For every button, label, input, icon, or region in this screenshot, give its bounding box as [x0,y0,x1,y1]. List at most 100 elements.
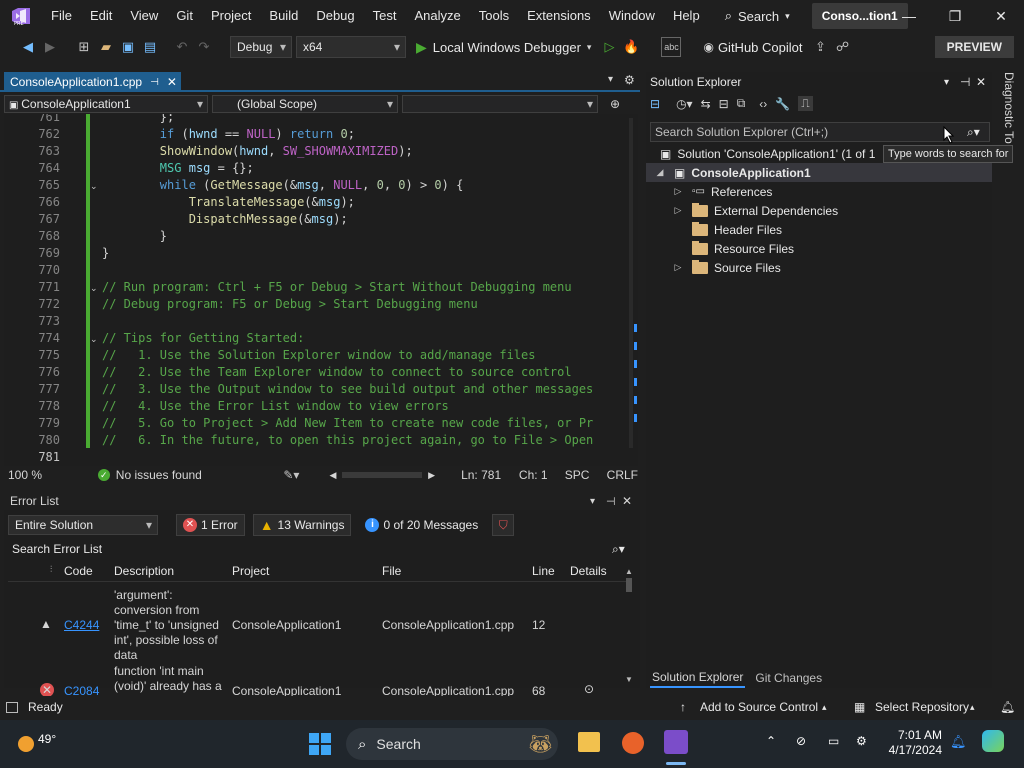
code-line[interactable]: MSG msg = {}; [102,161,254,175]
split-icon[interactable]: ⊕ [610,97,620,111]
copilot-taskbar-icon[interactable] [982,730,1004,752]
member-nav-select[interactable] [402,95,598,113]
editor-horizontal-scrollbar[interactable] [342,472,423,478]
save-icon[interactable]: ▣ [118,37,138,57]
code-line[interactable]: } [102,246,109,260]
configuration-select[interactable]: Debug [230,36,292,58]
tree-node-source-files[interactable]: ▷ Source Files [672,258,781,277]
menu-tools[interactable]: Tools [470,0,518,32]
show-hidden-icons-icon[interactable]: ⌃ [766,734,776,748]
warnings-filter-button[interactable]: ▲ 13 Warnings [252,514,352,536]
issues-status[interactable]: No issues found [116,468,266,482]
start-debugger-button[interactable]: ▶ Local Windows Debugger ▾ [416,39,591,56]
error-list-scrollbar[interactable]: ▲ ▼ [622,564,636,684]
menu-project[interactable]: Project [202,0,260,32]
fold-chevron-icon[interactable]: ⌄ [90,283,100,294]
menu-build[interactable]: Build [260,0,307,32]
preview-selected-icon[interactable]: ⎍ [798,96,813,111]
collapsed-chevron-icon[interactable]: ▷ [672,205,684,216]
display-icon[interactable]: ▭ [828,734,839,748]
column-file[interactable]: File [382,564,401,578]
menu-test[interactable]: Test [364,0,406,32]
settings-gear-icon[interactable]: ⚙ [624,73,635,87]
menu-extensions[interactable]: Extensions [518,0,600,32]
code-line[interactable]: // 3. Use the Output window to see build… [102,382,593,396]
menu-analyze[interactable]: Analyze [405,0,469,32]
code-line[interactable]: TranslateMessage(&msg); [102,195,355,209]
github-copilot-button[interactable]: ◉ GitHub Copilot [703,40,802,55]
code-line[interactable]: } [102,229,167,243]
messages-filter-button[interactable]: i 0 of 20 Messages [359,514,484,536]
view-code-icon[interactable]: ‹› [759,97,767,111]
code-line[interactable]: }; [102,114,174,124]
menu-edit[interactable]: Edit [81,0,121,32]
solution-node[interactable]: ▣ Solution 'ConsoleApplication1' (1 of 1 [660,144,875,163]
menu-git[interactable]: Git [167,0,202,32]
close-panel-icon[interactable]: ✕ [976,75,986,89]
scope-nav-select[interactable]: (Global Scope) [212,95,398,113]
collapsed-chevron-icon[interactable]: ▷ [672,262,684,273]
platform-select[interactable]: x64 [296,36,406,58]
scope-filter-select[interactable]: Entire Solution [8,515,158,535]
line-indicator[interactable]: Ln: 781 [461,468,519,482]
preview-badge[interactable]: PREVIEW [934,36,1014,58]
code-line[interactable]: // 5. Go to Project > Add New Item to cr… [102,416,593,430]
details-icon[interactable]: ⊙ [584,682,594,696]
error-code-link[interactable]: C4244 [64,618,99,632]
project-nav-select[interactable]: ▣ ConsoleApplication1 [4,95,208,113]
windows-start-icon[interactable] [308,732,332,756]
tab-overflow-icon[interactable]: ▾ [608,74,613,85]
code-line[interactable]: // 1. Use the Solution Explorer window t… [102,348,535,362]
pin-icon[interactable]: ⊣ [606,495,616,508]
new-project-icon[interactable]: ⊞ [74,37,94,57]
forward-icon[interactable]: ▶ [40,37,60,57]
minimize-button[interactable]: — [886,0,932,32]
visual-studio-taskbar-icon[interactable] [664,730,688,754]
tree-node-references[interactable]: ▷ ▫▭ References [672,182,773,201]
code-line[interactable]: // Run program: Ctrl + F5 or Debug > Sta… [102,280,572,294]
column-code[interactable]: Code [64,564,93,578]
tab-consoleapplication1-cpp[interactable]: ConsoleApplication1.cpp ⊣ ✕ [4,72,181,92]
error-list-search-input[interactable]: Search Error List ⌕▾ [8,540,634,558]
column-description[interactable]: Description [114,564,174,578]
hscroll-right-icon[interactable]: ▶ [428,470,435,481]
menu-debug[interactable]: Debug [307,0,363,32]
menu-view[interactable]: View [121,0,167,32]
pin-icon[interactable]: ⊣ [150,77,159,88]
network-icon[interactable]: ⊘ [796,734,806,748]
code-line[interactable]: // 6. In the future, to open this projec… [102,433,593,447]
pending-changes-icon[interactable]: ◷▾ [676,97,693,111]
back-icon[interactable]: ◀ [18,37,38,57]
code-line[interactable]: ShowWindow(hwnd, SW_SHOWMAXIMIZED); [102,144,413,158]
editor-vertical-scrollbar[interactable] [624,118,638,448]
column-details[interactable]: Details [570,564,607,578]
expanded-chevron-icon[interactable]: ◢ [654,167,666,178]
restore-button[interactable]: ❐ [932,0,978,32]
menu-window[interactable]: Window [600,0,664,32]
weather-widget[interactable]: 49° [18,726,56,752]
whitespace-indicator[interactable]: SPC [565,468,607,482]
tree-node-resource-files[interactable]: Resource Files [672,239,794,258]
code-editor[interactable]: 761 762 763 764 765 766 767 768 769 770 771 772 773 7… [4,114,638,466]
start-without-debugging-icon[interactable]: ▷ [599,37,619,57]
code-line[interactable]: // Tips for Getting Started: [102,331,304,345]
pin-icon[interactable]: ⊣ [960,75,970,89]
zoom-level[interactable]: 100 % [8,468,70,482]
collapse-all-icon[interactable]: ⊟ [719,97,729,111]
fold-chevron-icon[interactable]: ⌄ [90,181,100,192]
line-ending-indicator[interactable]: CRLF [607,468,638,482]
project-node[interactable]: ◢ ▣ ConsoleApplication1 [646,163,992,182]
fold-chevron-icon[interactable]: ⌄ [90,334,100,345]
diagnostic-tools-side-tab[interactable]: Diagnostic To [996,72,1016,192]
menu-file[interactable]: File [42,0,81,32]
code-line[interactable]: while (GetMessage(&msg, NULL, 0, 0) > 0)… [102,178,464,192]
open-folder-icon[interactable]: ▰ [96,37,116,57]
hot-reload-icon[interactable]: 🔥 [621,37,641,57]
tree-node-header-files[interactable]: Header Files [672,220,782,239]
column-line[interactable]: Line [532,564,555,578]
settings-icon[interactable]: ⚙ [856,734,867,748]
search-button[interactable]: ⌕ Search ▾ [717,3,798,29]
code-line[interactable]: DispatchMessage(&msg); [102,212,348,226]
select-repository-button[interactable]: Select Repository [875,700,969,714]
column-sort-icon[interactable]: ⫶ [50,564,52,575]
